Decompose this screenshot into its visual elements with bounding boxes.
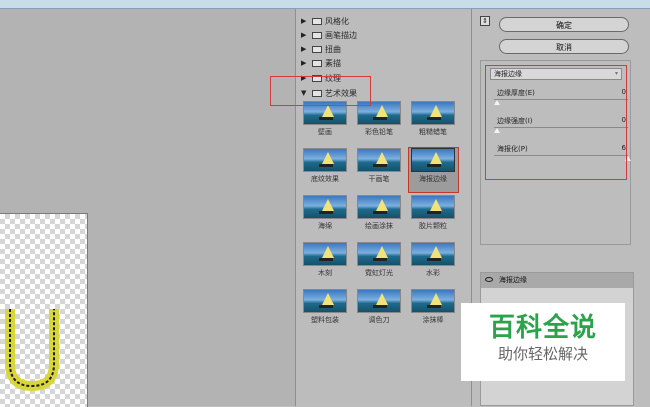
collapsed-arrow-icon[interactable]: ▶: [301, 59, 309, 67]
sailboat-thumbnail-image: [411, 289, 455, 313]
folder-icon: [312, 31, 322, 39]
watermark-subtitle: 助你轻松解决: [497, 345, 588, 363]
sailboat-thumbnail-image: [303, 195, 347, 219]
filter-folder[interactable]: ▶ 风格化: [301, 14, 349, 28]
thumbnail-label: 调色刀: [368, 316, 390, 324]
filter-folder[interactable]: ▶ 画笔描边: [301, 28, 357, 42]
filter-thumbnail[interactable]: 塑料包装: [303, 289, 347, 325]
filter-thumbnail[interactable]: 粗糙蜡笔: [411, 101, 455, 137]
folder-label: 扭曲: [325, 44, 341, 54]
thumbnail-label: 底纹效果: [311, 175, 339, 183]
filter-thumbnail[interactable]: 水彩: [411, 242, 455, 278]
thumbnail-label: 海绵: [318, 222, 332, 230]
watermark-logo: 百科全说 助你轻松解决: [461, 303, 625, 381]
annotation-highlight-folder: [270, 76, 371, 106]
sailboat-thumbnail-image: [411, 242, 455, 266]
filter-thumbnail[interactable]: 木刻: [303, 242, 347, 278]
watermark-title: 百科全说: [488, 313, 597, 343]
effect-layer-label: 海报边缘: [499, 276, 527, 284]
sailboat-thumbnail-image: [411, 101, 455, 125]
sailboat-thumbnail-image: [303, 148, 347, 172]
thumbnail-label: 涂抹棒: [422, 316, 444, 324]
filter-thumbnail[interactable]: 调色刀: [357, 289, 401, 325]
effect-layer-row[interactable]: 海报边缘: [481, 273, 633, 288]
thumbnail-label: 木刻: [318, 269, 332, 277]
thumbnail-label: 海报边缘: [419, 175, 447, 183]
folder-icon: [312, 17, 322, 25]
filter-thumbnail[interactable]: 海绵: [303, 195, 347, 231]
sailboat-thumbnail-image: [357, 289, 401, 313]
visibility-eye-icon[interactable]: [485, 277, 493, 282]
sailboat-thumbnail-image: [357, 148, 401, 172]
thumbnail-label: 彩色铅笔: [365, 128, 393, 136]
filter-thumbnail[interactable]: 绘画涂抹: [357, 195, 401, 231]
collapsed-arrow-icon[interactable]: ▶: [301, 17, 309, 25]
folder-label: 画笔描边: [325, 30, 357, 40]
thumbnail-label: 粗糙蜡笔: [419, 128, 447, 136]
folder-label: 风格化: [325, 16, 349, 26]
filter-thumbnail[interactable]: 霓虹灯光: [357, 242, 401, 278]
ok-button[interactable]: 确定: [499, 17, 629, 32]
filter-thumbnail[interactable]: 胶片颗粒: [411, 195, 455, 231]
filter-thumbnail[interactable]: 彩色铅笔: [357, 101, 401, 137]
filter-thumbnail[interactable]: 底纹效果: [303, 148, 347, 184]
filter-thumbnail[interactable]: 涂抹棒: [411, 289, 455, 325]
folder-icon: [312, 59, 322, 67]
sailboat-thumbnail-image: [303, 289, 347, 313]
thumbnail-label: 胶片颗粒: [419, 222, 447, 230]
collapse-gallery-icon[interactable]: ⇕: [480, 16, 490, 26]
thumbnail-label: 干画笔: [368, 175, 390, 183]
thumbnail-label: 塑料包装: [311, 316, 339, 324]
filter-thumbnail[interactable]: 壁画: [303, 101, 347, 137]
cancel-button[interactable]: 取消: [499, 39, 629, 54]
collapsed-arrow-icon[interactable]: ▶: [301, 31, 309, 39]
thumbnail-label: 霓虹灯光: [365, 269, 393, 277]
sailboat-thumbnail-image: [303, 242, 347, 266]
sailboat-thumbnail-image: [411, 195, 455, 219]
folder-label: 素描: [325, 58, 341, 68]
annotation-highlight-params: [485, 65, 627, 180]
filter-thumbnail[interactable]: 海报边缘: [411, 148, 455, 184]
sailboat-thumbnail-image: [357, 242, 401, 266]
thumbnail-label: 壁画: [318, 128, 332, 136]
filter-folder[interactable]: ▶ 扭曲: [301, 42, 341, 56]
thumbnail-label: 水彩: [426, 269, 440, 277]
sailboat-thumbnail-image: [411, 148, 455, 172]
sailboat-thumbnail-image: [357, 195, 401, 219]
collapsed-arrow-icon[interactable]: ▶: [301, 45, 309, 53]
folder-icon: [312, 45, 322, 53]
window-title-bar: [0, 0, 650, 9]
thumbnail-label: 绘画涂抹: [365, 222, 393, 230]
letter-u-artwork: [5, 309, 59, 392]
preview-canvas[interactable]: [0, 213, 88, 407]
filter-folder[interactable]: ▶ 素描: [301, 56, 341, 70]
filter-thumbnail[interactable]: 干画笔: [357, 148, 401, 184]
